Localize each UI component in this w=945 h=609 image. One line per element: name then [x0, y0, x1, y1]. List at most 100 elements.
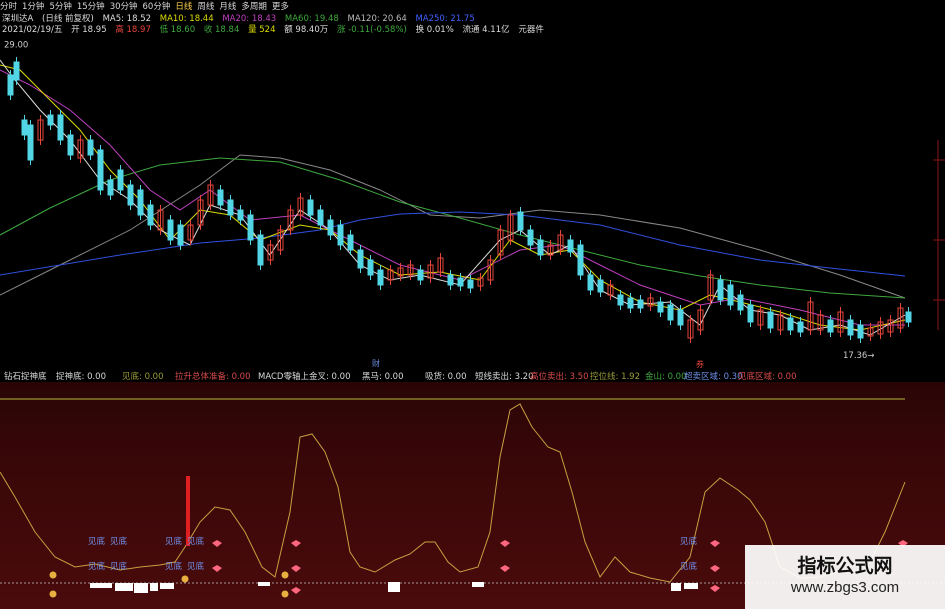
signal-label-7: 见底 [187, 562, 205, 572]
price-chart[interactable]: 29.00 17.36→ 财 券 [0, 40, 945, 368]
period-tab-10[interactable]: 更多 [272, 0, 289, 12]
open-value: 开 18.95 [71, 25, 107, 35]
candle-body [467, 279, 474, 289]
candle-body [657, 301, 664, 313]
candle-body [57, 114, 64, 141]
indicator-header-item-7: 短线卖出: 3.20 [475, 372, 534, 382]
candle-body [13, 61, 20, 81]
candle-body [417, 269, 424, 281]
period-tab-5[interactable]: 60分钟 [143, 0, 171, 12]
period-toolbar: 分时 1分钟 5分钟 15分钟 30分钟 60分钟 日线 周线 月线 多周期 更多 [0, 0, 945, 12]
candle-body [587, 274, 594, 291]
indicator-header-item-10: 金山: 0.00 [645, 372, 687, 382]
candle-body [457, 277, 464, 287]
candle-body [117, 169, 124, 191]
candle-body [537, 239, 544, 256]
indicator-header-item-11: 超卖区域: 0.30 [684, 372, 743, 382]
float-value: 流通 4.11亿 [462, 25, 510, 35]
signal-label-8: 见底 [680, 537, 698, 547]
signal-label-6: 见底 [165, 562, 183, 572]
period-tab-2[interactable]: 5分钟 [49, 0, 71, 12]
watermark: 指标公式网 www.zbgs3.com [745, 545, 945, 609]
ma5-line [0, 59, 906, 336]
watermark-url: www.zbgs3.com [790, 579, 900, 596]
industry-value: 元器件 [518, 25, 544, 35]
indicator-header-item-4: MACD零轴上金叉: 0.00 [258, 372, 351, 382]
high-value: 高 18.97 [115, 25, 151, 35]
candle-body [317, 209, 324, 226]
signal-label-5: 见底 [110, 562, 128, 572]
turnover-value: 换 0.01% [415, 25, 454, 35]
min-price-label: 17.36→ [843, 351, 874, 361]
candle-body [767, 311, 774, 329]
period-tab-4[interactable]: 30分钟 [110, 0, 138, 12]
period-tab-7[interactable]: 周线 [197, 0, 214, 12]
max-price-label: 29.00 [4, 41, 28, 51]
signal-label-9: 见底 [680, 562, 698, 572]
candle-body [377, 269, 384, 286]
candle-body [517, 211, 524, 231]
close-value: 收 18.84 [203, 25, 240, 35]
candle-body [677, 309, 684, 326]
period-tab-6[interactable]: 日线 [175, 0, 192, 12]
candle-body [627, 297, 634, 309]
candle-body [167, 219, 174, 241]
indicator-header-item-9: 控位线: 1.92 [590, 372, 640, 382]
period-tab-9[interactable]: 多周期 [241, 0, 267, 12]
signal-label-4: 见底 [88, 562, 106, 572]
period-tab-3[interactable]: 15分钟 [77, 0, 105, 12]
candle-body [147, 204, 154, 226]
amount-value: 额 98.40万 [284, 25, 329, 35]
candle-body [137, 189, 144, 216]
period-tab-8[interactable]: 月线 [219, 0, 236, 12]
candle-body [447, 274, 454, 286]
date-value: 2021/02/19/五 [2, 25, 63, 35]
candle-body [527, 229, 534, 246]
indicator-header: 钻石捉神底 捉神底: 0.00 见底: 0.00 拉升总体准备: 0.00 MACD零轴… [0, 368, 945, 382]
candle-body [127, 184, 134, 206]
indicator-header-item-2: 见底: 0.00 [122, 372, 164, 382]
candle-body [47, 114, 54, 126]
ohlc-info-line: 2021/02/19/五 开 18.95 高 18.97 低 18.60 收 1… [2, 23, 550, 35]
candle-body [747, 304, 754, 323]
indicator-header-item-0: 钻石捉神底 [4, 372, 47, 382]
candle-body [797, 321, 804, 333]
candle-body [827, 319, 834, 333]
candle-body [367, 259, 374, 276]
candle-body [67, 134, 74, 156]
candle-body [905, 311, 912, 323]
candle-body [7, 74, 14, 96]
candle-body [637, 299, 644, 309]
candle-body [857, 324, 864, 339]
candle-body [357, 249, 364, 269]
event-marker-a: 财 [372, 358, 380, 368]
period-tab-1[interactable]: 1分钟 [22, 0, 44, 12]
watermark-title: 指标公式网 [797, 555, 893, 577]
volume-value: 量 524 [248, 25, 276, 35]
indicator-header-item-6: 吸货: 0.00 [425, 372, 467, 382]
signal-label-2: 见底 [165, 537, 183, 547]
ma20-line [0, 69, 905, 326]
candle-body [21, 119, 28, 136]
candle-body [27, 124, 34, 161]
candle-body [737, 294, 744, 311]
period-tab-0[interactable]: 分时 [0, 0, 17, 12]
ma250-line [0, 211, 906, 277]
signal-label-1: 见底 [110, 537, 128, 547]
candle-body [87, 139, 94, 156]
candle-body [347, 234, 354, 251]
candle-body [247, 214, 254, 241]
candle-body [227, 199, 234, 216]
indicator-header-item-1: 捉神底: 0.00 [56, 372, 106, 382]
candle-body [667, 304, 674, 321]
low-value: 低 18.60 [159, 25, 196, 35]
event-marker-b: 券 [696, 359, 704, 368]
ma10-line [0, 64, 906, 331]
candle-body [597, 279, 604, 293]
candle-body [257, 234, 264, 266]
candle-body [727, 284, 734, 306]
candle-body [307, 199, 314, 216]
candle-body [787, 317, 794, 331]
indicator-header-item-5: 黑马: 0.00 [362, 372, 404, 382]
candle-body [567, 239, 574, 253]
